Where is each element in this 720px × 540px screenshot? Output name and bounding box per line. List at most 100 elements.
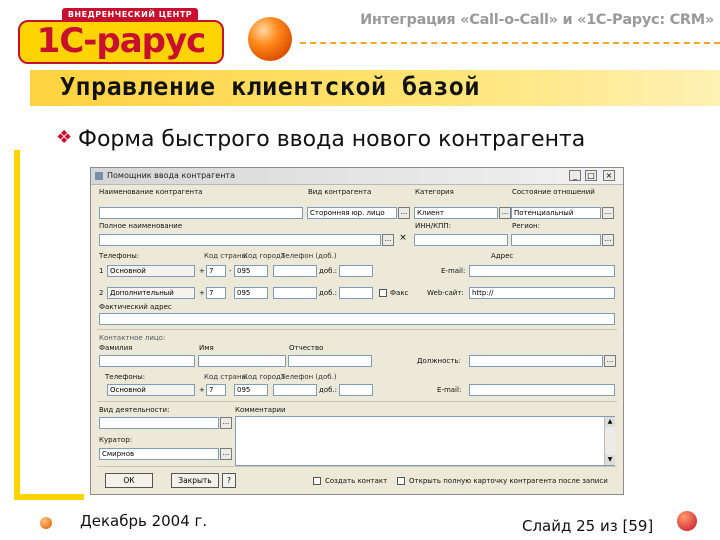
curator-input[interactable]: Смирнов [99,448,219,460]
actual-address-label: Фактический адрес [99,303,172,311]
phone-country-input[interactable]: 7 [206,265,226,277]
comments-scrollbar[interactable]: ▲ ▼ [604,417,615,465]
name-input[interactable] [99,207,303,219]
phone-row-number: 2 [99,289,104,297]
scroll-down-icon[interactable]: ▼ [605,455,615,465]
full-name-input[interactable] [99,234,381,246]
region-picker-button[interactable]: ... [602,234,614,246]
company-logo: ВНЕДРЕНЧЕСКИЙ ЦЕНТР 1С-рарус [18,6,224,64]
bottom-rail-decoration [14,494,84,500]
actual-address-input[interactable] [99,313,615,325]
patronymic-input[interactable] [288,355,372,367]
patronymic-label: Отчество [289,344,324,352]
contact-phone-city-input[interactable]: 095 [234,384,268,396]
footer-slide-counter: Слайд 25 из [59] [522,517,654,535]
phone-city-input[interactable]: 095 [234,265,268,277]
orange-orb-decoration [248,17,292,61]
category-picker-button[interactable]: ... [499,207,511,219]
fax-checkbox[interactable] [379,289,387,297]
contact-phone-ext-label: доб.: [319,386,338,394]
contact-email-label: E-mail: [437,386,462,394]
footer-dot-right [677,511,697,531]
scroll-up-icon[interactable]: ▲ [605,417,615,427]
slide-title: Управление клиентской базой [60,72,480,101]
comments-textarea[interactable] [235,416,615,466]
position-input[interactable] [469,355,603,367]
phone-number-input[interactable] [273,265,317,277]
relation-picker-button[interactable]: ... [602,207,614,219]
contact-phones-label: Телефоны: [105,373,146,381]
save-contact-label: Создать контакт [325,477,388,485]
region-input[interactable] [511,234,601,246]
phone-ext-input[interactable] [339,287,373,299]
bullet-text: Форма быстрого ввода нового контрагента [78,127,586,152]
region-label: Регион: [512,222,540,230]
dialog-titlebar[interactable]: Помощник ввода контрагента _ □ × [91,168,623,185]
contact-phone-ext-input[interactable] [339,384,373,396]
open-card-checkbox[interactable] [397,477,405,485]
section-divider [97,401,617,402]
contractor-wizard-dialog: Помощник ввода контрагента _ □ × Наимено… [90,167,624,495]
bullet-icon: ❖ [56,127,73,148]
inn-input[interactable] [414,234,508,246]
phone-ext-label: доб.: [319,289,338,297]
position-picker-button[interactable]: ... [604,355,616,367]
minimize-button[interactable]: _ [569,170,581,181]
activity-input[interactable] [99,417,219,429]
email-label: E-mail: [441,267,466,275]
contact-phone-hint-city: Код города [243,373,286,381]
phone-city-input[interactable]: 095 [234,287,268,299]
address-label: Адрес [491,252,514,260]
contact-phone-type-select[interactable]: Основной [107,384,195,396]
phone-type-select[interactable]: Дополнительный [107,287,195,299]
section-divider [97,329,617,330]
inn-label: ИНН/КПП: [415,222,451,230]
close-button[interactable]: × [603,170,615,181]
surname-input[interactable] [99,355,195,367]
kind-picker-button[interactable]: ... [398,207,410,219]
phone-dash: - [229,267,232,275]
contact-section-label: Контактное лицо: [99,334,166,342]
footer-dot-left [40,517,52,529]
contact-phone-hint-number: Телефон (доб.) [281,373,337,381]
relation-label: Состояние отношений [512,188,595,196]
category-select[interactable]: Клиент [414,207,498,219]
fax-label: Факс [390,289,409,297]
phone-type-select[interactable]: Основной [107,265,195,277]
phone-number-input[interactable] [273,287,317,299]
clear-icon[interactable]: × [397,234,409,246]
web-input[interactable]: http:// [469,287,615,299]
phone-ext-label: доб.: [319,267,338,275]
kind-select[interactable]: Сторонняя юр. лицо [307,207,397,219]
phone-hint-city: Код города [243,252,286,260]
footer-divider [97,466,617,467]
contact-email-input[interactable] [469,384,615,396]
left-rail-decoration [14,150,20,500]
full-name-picker-button[interactable]: ... [382,234,394,246]
activity-label: Вид деятельности: [99,406,170,414]
cancel-button[interactable]: Закрыть [171,473,219,488]
email-input[interactable] [469,265,615,277]
contact-phone-country-input[interactable]: 7 [206,384,226,396]
phones-label: Телефоны: [99,252,140,260]
category-label: Категория [415,188,454,196]
curator-picker-button[interactable]: ... [220,448,232,460]
phone-country-input[interactable]: 7 [206,287,226,299]
name-label: Наименование контрагента [99,188,203,196]
web-label: Web-сайт: [427,289,464,297]
phone-row-number: 1 [99,267,104,275]
header-dashed-divider [300,42,720,44]
phone-ext-input[interactable] [339,265,373,277]
firstname-input[interactable] [198,355,286,367]
activity-picker-button[interactable]: ... [220,417,232,429]
ok-button[interactable]: ОК [105,473,153,488]
relation-select[interactable]: Потенциальный [511,207,601,219]
save-contact-checkbox[interactable] [313,477,321,485]
contact-phone-number-input[interactable] [273,384,317,396]
help-button[interactable]: ? [222,473,236,488]
contact-phone-plus: + [199,386,205,394]
phone-plus: + [199,289,205,297]
maximize-button[interactable]: □ [585,170,597,181]
comments-label: Комментарии [235,406,286,414]
phone-hint-country: Код страны [204,252,248,260]
